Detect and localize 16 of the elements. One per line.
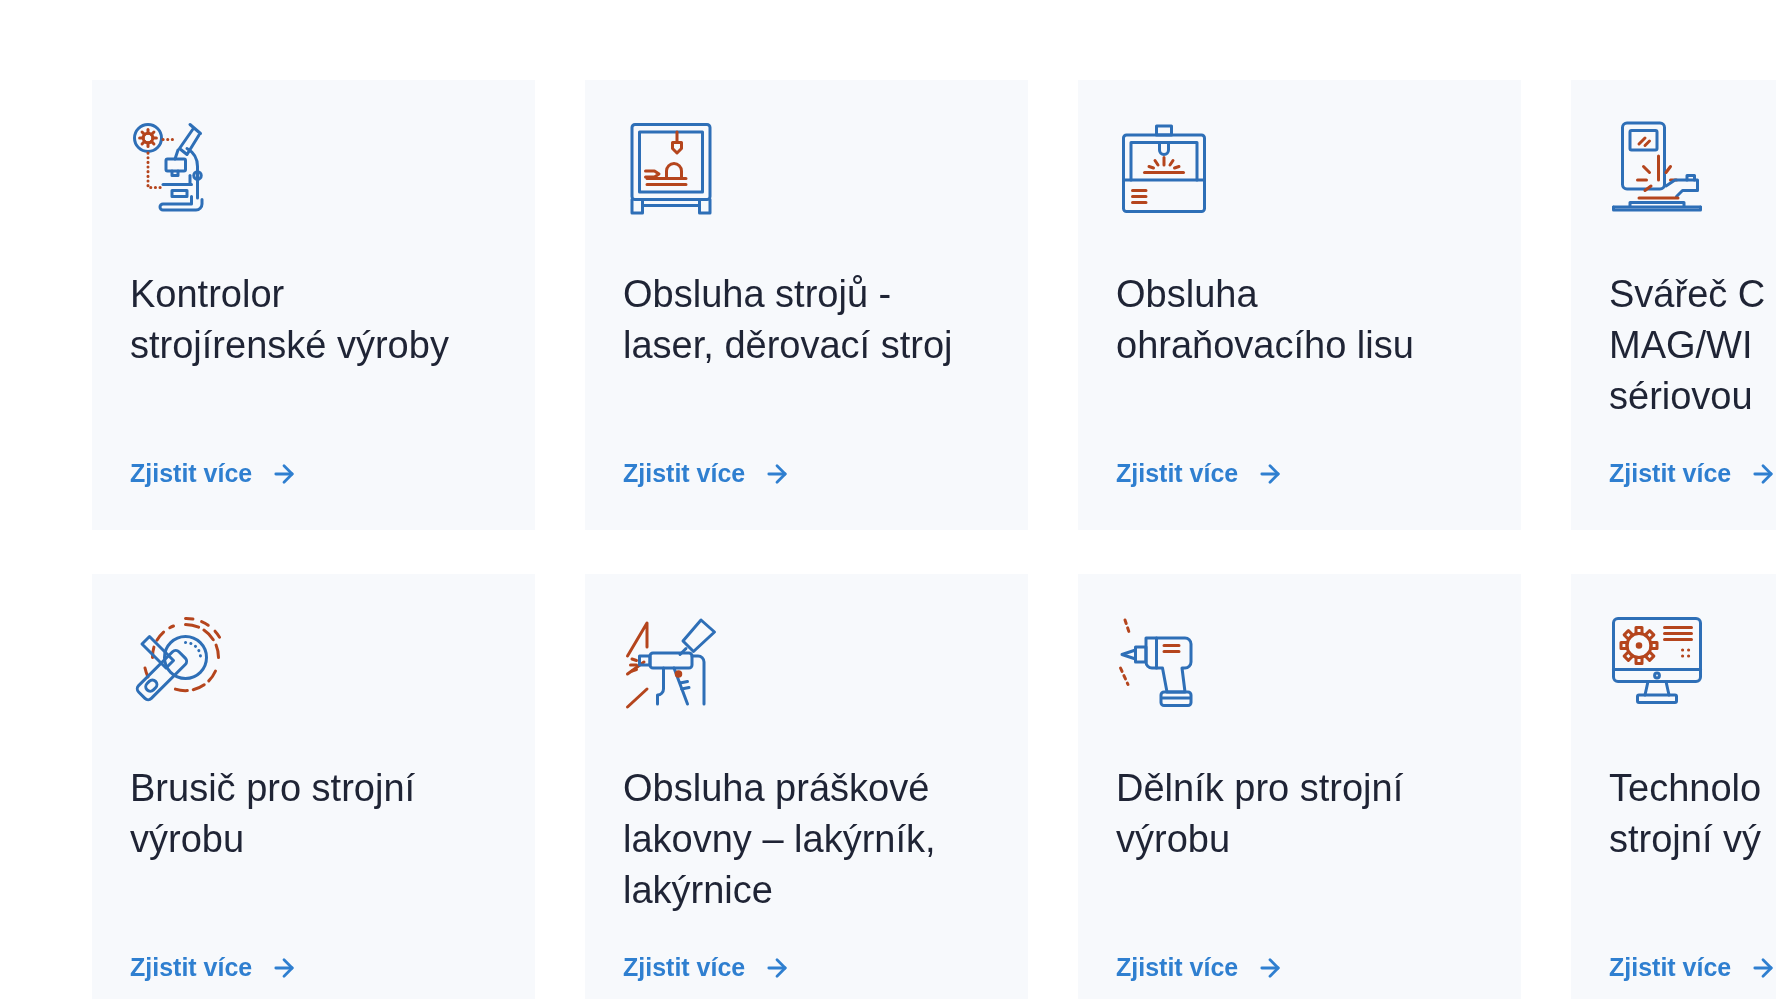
learn-more-link[interactable]: Zjistit více — [130, 458, 299, 490]
job-title: Technolo strojní vý — [1609, 766, 1762, 862]
learn-more-link[interactable]: Zjistit více — [1609, 458, 1776, 490]
job-title: Kontrolor strojírenské výroby — [130, 272, 449, 368]
job-title: Obsluha ohraňovacího lisu — [1116, 272, 1414, 368]
learn-more-link[interactable]: Zjistit více — [130, 952, 299, 984]
learn-more-link[interactable]: Zjistit více — [623, 952, 792, 984]
learn-more-link[interactable]: Zjistit více — [623, 458, 792, 490]
job-title: Dělník pro strojní výrobu — [1116, 766, 1404, 862]
learn-more-link[interactable]: Zjistit více — [1116, 952, 1285, 984]
learn-more-link[interactable]: Zjistit více — [1116, 458, 1285, 490]
job-title: Obsluha práškové lakovny – lakýrník, lakýrnice — [623, 766, 936, 913]
job-title: Brusič pro strojní výrobu — [130, 766, 416, 862]
job-title: Obsluha strojů - laser, děrovací stroj — [623, 272, 953, 368]
job-title: Svářeč C MAG/WI sériovou — [1609, 272, 1766, 419]
learn-more-link[interactable]: Zjistit více — [1609, 952, 1776, 984]
